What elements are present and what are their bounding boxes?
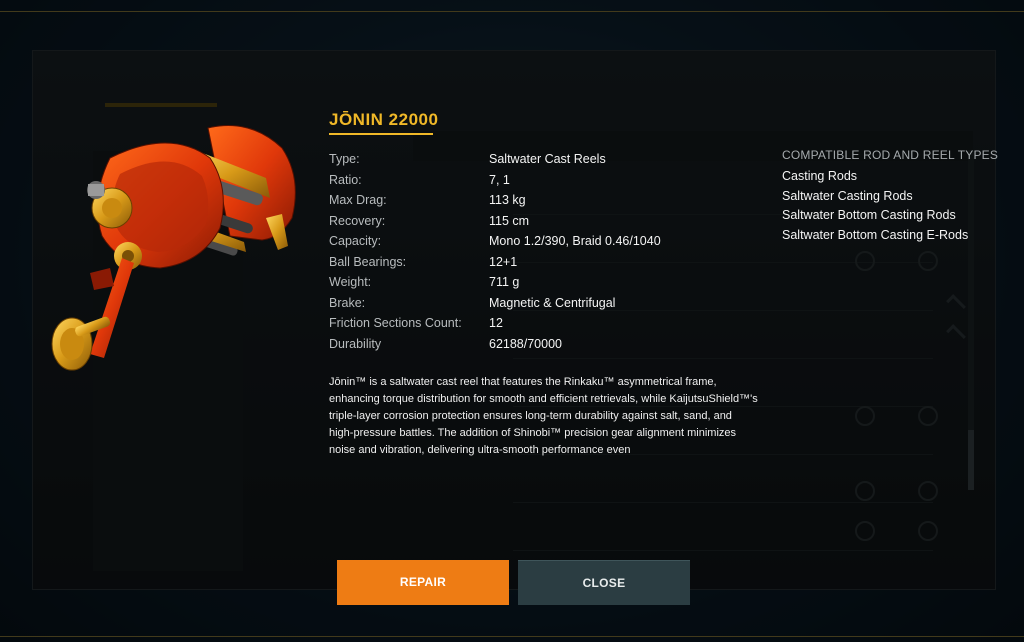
stat-value: 7, 1 <box>489 172 510 187</box>
stat-row-weight: Weight: 711 g <box>329 272 769 293</box>
item-title: JŌNIN 22000 <box>329 110 439 129</box>
compatible-item: Casting Rods <box>782 169 858 183</box>
compatible-item: Saltwater Bottom Casting Rods <box>782 208 956 222</box>
stat-value: 62188/70000 <box>489 336 562 351</box>
stat-value: 711 g <box>489 275 520 290</box>
stat-value: 115 cm <box>489 213 530 228</box>
item-description: Jōnin™ is a saltwater cast reel that fea… <box>329 376 758 456</box>
stat-label: Durability <box>329 336 382 351</box>
compatible-item: Saltwater Casting Rods <box>782 188 913 203</box>
reel-image <box>51 125 296 371</box>
repair-button[interactable]: REPAIR <box>337 560 509 605</box>
stat-label: Recovery: <box>329 213 386 228</box>
compatible-item: Saltwater Bottom Casting E-Rods <box>782 227 969 242</box>
stat-row-friction-sections: Friction Sections Count: 12 <box>329 313 769 334</box>
compatible-heading: COMPATIBLE ROD AND REEL TYPES <box>782 148 999 162</box>
stat-label: Friction Sections Count: <box>329 316 462 331</box>
compatible-types-panel: COMPATIBLE ROD AND REEL TYPES Casting Ro… <box>782 148 1012 245</box>
close-button[interactable]: CLOSE <box>518 560 690 605</box>
stat-row-max-drag: Max Drag: 113 kg <box>329 190 769 211</box>
stat-value: 12 <box>489 316 503 331</box>
stat-row-ratio: Ratio: 7, 1 <box>329 170 769 191</box>
stat-row-ball-bearings: Ball Bearings: 12+1 <box>329 252 769 273</box>
stat-row-capacity: Capacity: Mono 1.2/390, Braid 0.46/1040 <box>329 231 769 252</box>
stat-value: Saltwater Cast Reels <box>489 152 606 167</box>
stat-value: 12+1 <box>489 254 518 269</box>
title-underline <box>329 133 433 135</box>
stat-label: Weight: <box>329 275 372 290</box>
stat-value: Magnetic & Centrifugal <box>489 295 616 310</box>
stats-list: Type: Saltwater Cast Reels Ratio: 7, 1 M… <box>329 149 769 354</box>
stat-row-type: Type: Saltwater Cast Reels <box>329 149 769 170</box>
stat-label: Brake: <box>329 295 366 310</box>
stat-label: Max Drag: <box>329 193 387 208</box>
stat-row-recovery: Recovery: 115 cm <box>329 211 769 232</box>
stat-row-durability: Durability 62188/70000 <box>329 334 769 355</box>
stat-label: Type: <box>329 152 360 167</box>
stat-label: Ratio: <box>329 172 362 187</box>
stat-value: 113 kg <box>489 193 526 208</box>
stat-row-brake: Brake: Magnetic & Centrifugal <box>329 293 769 314</box>
stat-label: Ball Bearings: <box>329 254 407 269</box>
stat-value: Mono 1.2/390, Braid 0.46/1040 <box>489 234 661 249</box>
stat-label: Capacity: <box>329 234 382 249</box>
